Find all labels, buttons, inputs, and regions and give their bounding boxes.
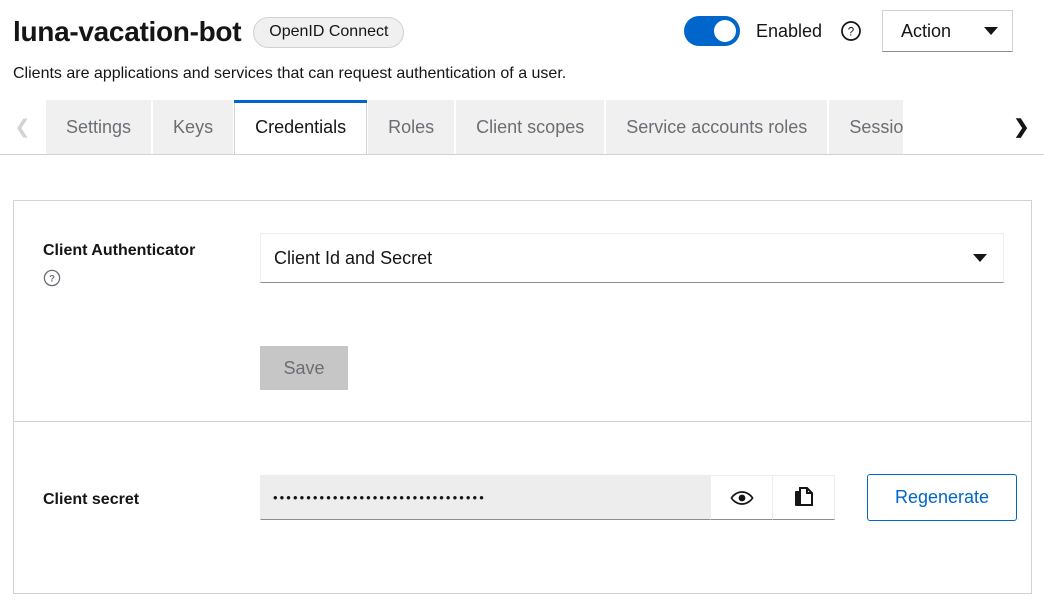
caret-down-icon [984, 27, 998, 35]
page-title: luna-vacation-bot [13, 16, 242, 47]
tab-label: Client scopes [476, 116, 585, 137]
chevron-left-icon[interactable]: ❮ [0, 100, 45, 154]
credentials-card: Client Authenticator ? Client Id and Sec… [13, 200, 1032, 594]
caret-down-icon [973, 254, 987, 262]
enabled-label: Enabled [755, 20, 822, 41]
question-circle-icon[interactable]: ? [43, 269, 61, 287]
toggle-knob [713, 20, 736, 42]
tab-client-scopes[interactable]: Client scopes [455, 100, 606, 154]
client-authenticator-select[interactable]: Client Id and Secret [260, 233, 1004, 283]
tab-label: Sessio [849, 116, 904, 137]
tab-sessions[interactable]: Sessio [828, 100, 905, 154]
tab-keys[interactable]: Keys [152, 100, 235, 154]
client-authenticator-selected-value: Client Id and Secret [274, 247, 433, 268]
client-secret-input[interactable]: •••••••••••••••••••••••••••••••• [260, 475, 711, 520]
tab-roles[interactable]: Roles [367, 100, 456, 154]
tab-bar: ❮ Settings Keys Credentials Roles Client… [0, 100, 1044, 155]
svg-text:?: ? [49, 274, 55, 285]
svg-text:?: ? [848, 27, 854, 39]
enabled-toggle[interactable] [683, 16, 740, 46]
tab-list: Settings Keys Credentials Roles Client s… [45, 100, 999, 154]
client-authenticator-label: Client Authenticator ? [43, 241, 195, 287]
page-header: luna-vacation-bot OpenID Connect Clients… [0, 0, 1044, 100]
client-secret-label: Client secret [43, 491, 140, 508]
tab-label: Credentials [255, 116, 347, 137]
page-description: Clients are applications and services th… [13, 65, 567, 82]
regenerate-button[interactable]: Regenerate [867, 474, 1017, 521]
tab-label: Settings [66, 116, 132, 137]
question-circle-icon[interactable]: ? [840, 20, 862, 42]
tab-label: Service accounts roles [626, 116, 808, 137]
tab-label: Roles [388, 116, 435, 137]
tab-label: Keys [173, 116, 214, 137]
protocol-badge: OpenID Connect [253, 16, 405, 48]
client-secret-section: Client secret ••••••••••••••••••••••••••… [14, 421, 1031, 593]
copy-icon[interactable] [773, 475, 835, 520]
eye-icon[interactable] [711, 475, 773, 520]
client-secret-input-group: •••••••••••••••••••••••••••••••• [260, 475, 835, 520]
action-button-label: Action [901, 20, 952, 41]
client-authenticator-label-text: Client Authenticator [43, 242, 196, 259]
tab-service-accounts-roles[interactable]: Service accounts roles [605, 100, 829, 154]
action-button[interactable]: Action [882, 10, 1013, 52]
chevron-right-icon[interactable]: ❯ [999, 100, 1044, 154]
tab-settings[interactable]: Settings [45, 100, 153, 154]
header-controls: Enabled ? Action [683, 10, 1013, 52]
tab-credentials[interactable]: Credentials [234, 100, 368, 154]
client-authenticator-section: Client Authenticator ? Client Id and Sec… [14, 201, 1031, 421]
save-button[interactable]: Save [260, 346, 348, 390]
